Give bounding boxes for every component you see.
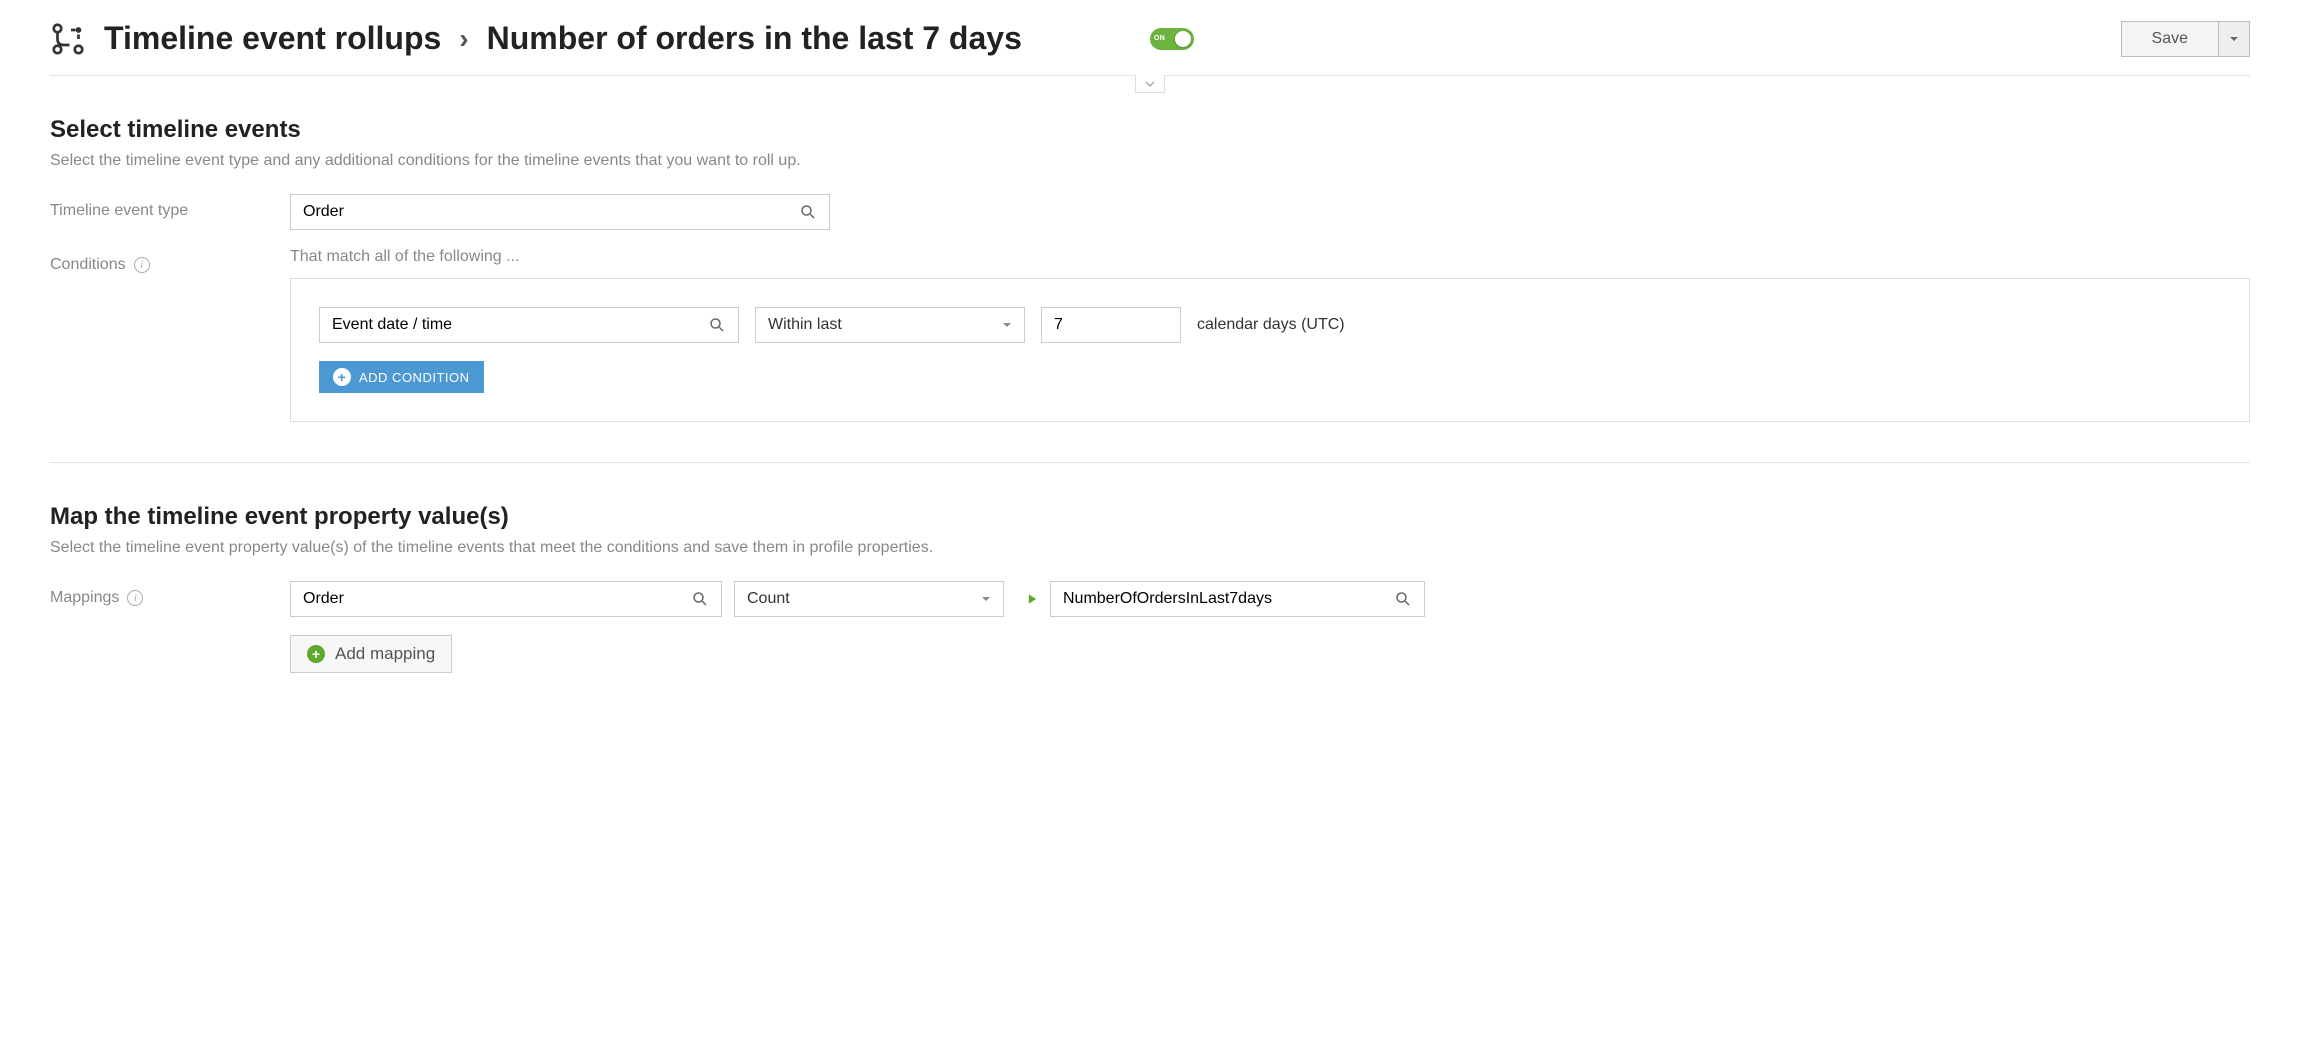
add-mapping-button[interactable]: + Add mapping (290, 635, 452, 673)
section-select-events: Select timeline events Select the timeli… (50, 76, 2250, 422)
condition-operator-select[interactable]: Within last (755, 307, 1025, 343)
label-event-type-text: Timeline event type (50, 202, 188, 220)
chevron-down-icon (1144, 78, 1156, 90)
save-button-group: Save (2121, 21, 2250, 57)
add-condition-label: ADD CONDITION (359, 370, 470, 385)
chevron-right-icon: › (459, 23, 468, 55)
mapping-row: Count (290, 581, 2250, 617)
conditions-container: Within last calendar days (UTC) + ADD CO… (290, 278, 2250, 422)
search-icon (691, 590, 709, 608)
rollup-icon (50, 21, 86, 57)
condition-row: Within last calendar days (UTC) (319, 307, 2221, 343)
mapping-source-input[interactable] (290, 581, 722, 617)
mapping-source-field[interactable] (303, 590, 685, 608)
row-mappings: Mappings i Count (50, 581, 2250, 673)
page-header: Timeline event rollups › Number of order… (50, 20, 2250, 76)
condition-unit: calendar days (UTC) (1197, 316, 1345, 334)
caret-down-icon (981, 594, 991, 604)
label-conditions-text: Conditions (50, 256, 126, 274)
search-icon (1394, 590, 1412, 608)
section-select-desc: Select the timeline event type and any a… (50, 152, 2250, 170)
mapping-target-field[interactable] (1063, 590, 1388, 608)
save-button[interactable]: Save (2121, 21, 2219, 57)
page-title: Number of orders in the last 7 days (487, 20, 1022, 57)
info-icon[interactable]: i (127, 590, 143, 606)
event-type-input[interactable] (290, 194, 830, 230)
toggle-on-label: ON (1154, 35, 1166, 42)
add-condition-button[interactable]: + ADD CONDITION (319, 361, 484, 393)
enabled-toggle[interactable]: ON (1150, 28, 1194, 50)
label-mappings: Mappings i (50, 581, 290, 607)
search-icon (708, 316, 726, 334)
info-icon[interactable]: i (134, 257, 150, 273)
plus-circle-icon: + (333, 368, 351, 386)
row-event-type: Timeline event type (50, 194, 2250, 230)
label-event-type: Timeline event type (50, 194, 290, 220)
condition-field[interactable] (332, 316, 702, 334)
condition-value-input[interactable] (1041, 307, 1181, 343)
conditions-hint: That match all of the following ... (290, 248, 2250, 266)
row-conditions: Conditions i That match all of the follo… (50, 248, 2250, 422)
mapping-aggregate-select[interactable]: Count (734, 581, 1004, 617)
caret-down-icon (1002, 320, 1012, 330)
caret-down-icon (2229, 34, 2239, 44)
mapping-target-input[interactable] (1050, 581, 1425, 617)
collapse-tab[interactable] (1135, 75, 1165, 93)
arrow-right-icon (1016, 588, 1038, 610)
search-icon (799, 203, 817, 221)
section-map-desc: Select the timeline event property value… (50, 539, 2250, 557)
mapping-aggregate-value: Count (747, 590, 975, 608)
event-type-field[interactable] (303, 203, 793, 221)
section-select-title: Select timeline events (50, 116, 2250, 144)
label-mappings-text: Mappings (50, 589, 119, 607)
section-map-values: Map the timeline event property value(s)… (50, 462, 2250, 673)
save-dropdown-button[interactable] (2219, 21, 2250, 57)
condition-operator-value: Within last (768, 316, 996, 334)
toggle-knob (1175, 31, 1191, 47)
add-mapping-label: Add mapping (335, 644, 435, 664)
condition-field-input[interactable] (319, 307, 739, 343)
label-conditions: Conditions i (50, 248, 290, 274)
plus-circle-icon: + (307, 645, 325, 663)
section-map-title: Map the timeline event property value(s) (50, 503, 2250, 531)
breadcrumb-parent[interactable]: Timeline event rollups (104, 20, 441, 57)
